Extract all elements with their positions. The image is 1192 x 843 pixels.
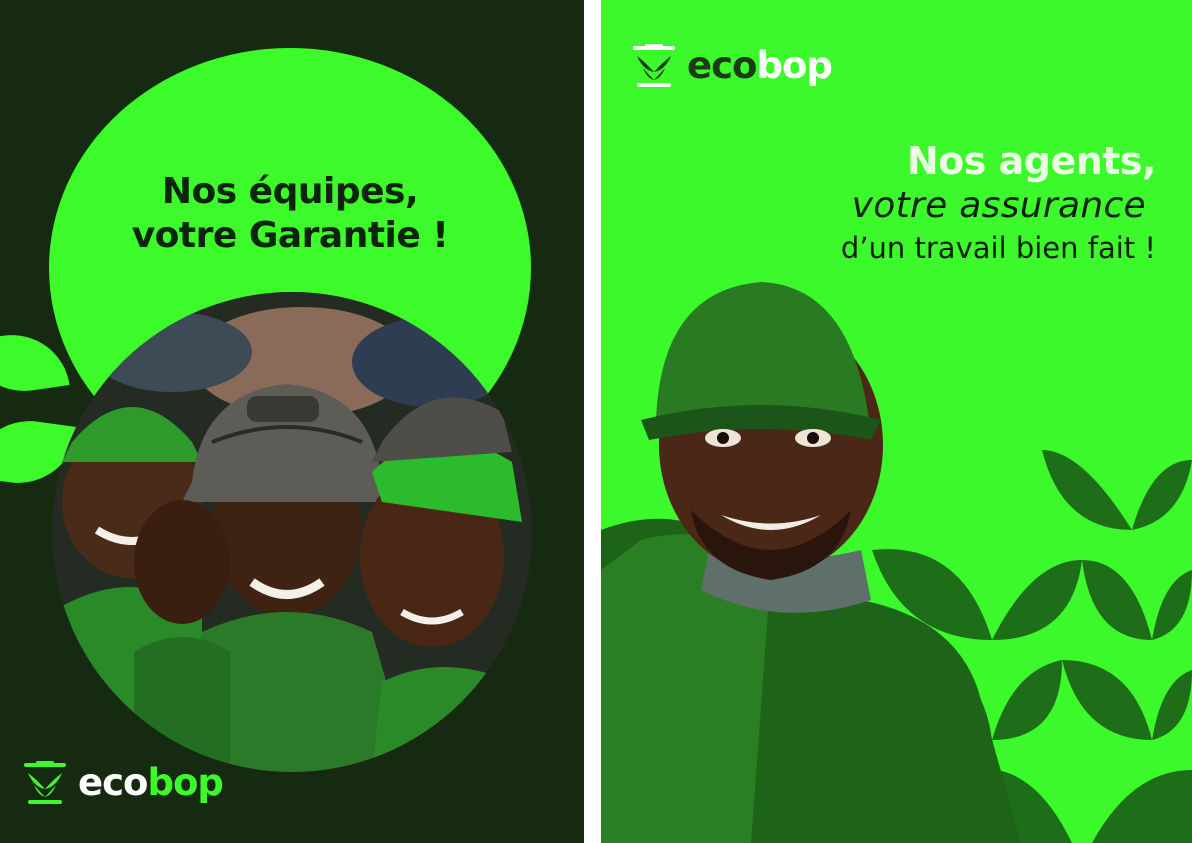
logo-wordmark: ecobop: [687, 42, 833, 90]
tagline-line-3: d’un travail bien fait !: [840, 231, 1156, 265]
poster-left: Nos équipes, votre Garantie ! ecobop: [0, 0, 584, 843]
logo-eco: eco: [78, 761, 148, 804]
poster-tagline: Nos agents, votre assurance d’un travail…: [840, 138, 1157, 268]
leaf-icon: [0, 327, 70, 399]
team-photo: [52, 292, 532, 772]
tagline-line-2: votre assurance: [851, 185, 1146, 226]
poster-stage: Nos équipes, votre Garantie ! ecobop eco…: [0, 0, 1192, 843]
headline-line-2: votre Garantie !: [131, 215, 449, 256]
team-illustration: [52, 292, 532, 772]
tagline-line-1: Nos agents,: [906, 139, 1157, 183]
agent-portrait: [601, 282, 1021, 843]
logo-eco: eco: [687, 44, 757, 87]
headline-line-1: Nos équipes,: [161, 171, 419, 212]
ecobop-logo: ecobop: [22, 760, 224, 806]
poster-headline: Nos équipes, votre Garantie !: [100, 170, 480, 258]
ecobop-logo: ecobop: [631, 42, 833, 90]
poster-right: ecobop Nos agents, votre assurance d’un …: [601, 0, 1192, 843]
logo-wordmark: ecobop: [78, 760, 224, 806]
logo-bop: bop: [756, 44, 832, 87]
leaf-pot-icon: [24, 761, 66, 804]
leaf-pot-icon: [633, 44, 675, 87]
logo-bop: bop: [147, 761, 223, 804]
